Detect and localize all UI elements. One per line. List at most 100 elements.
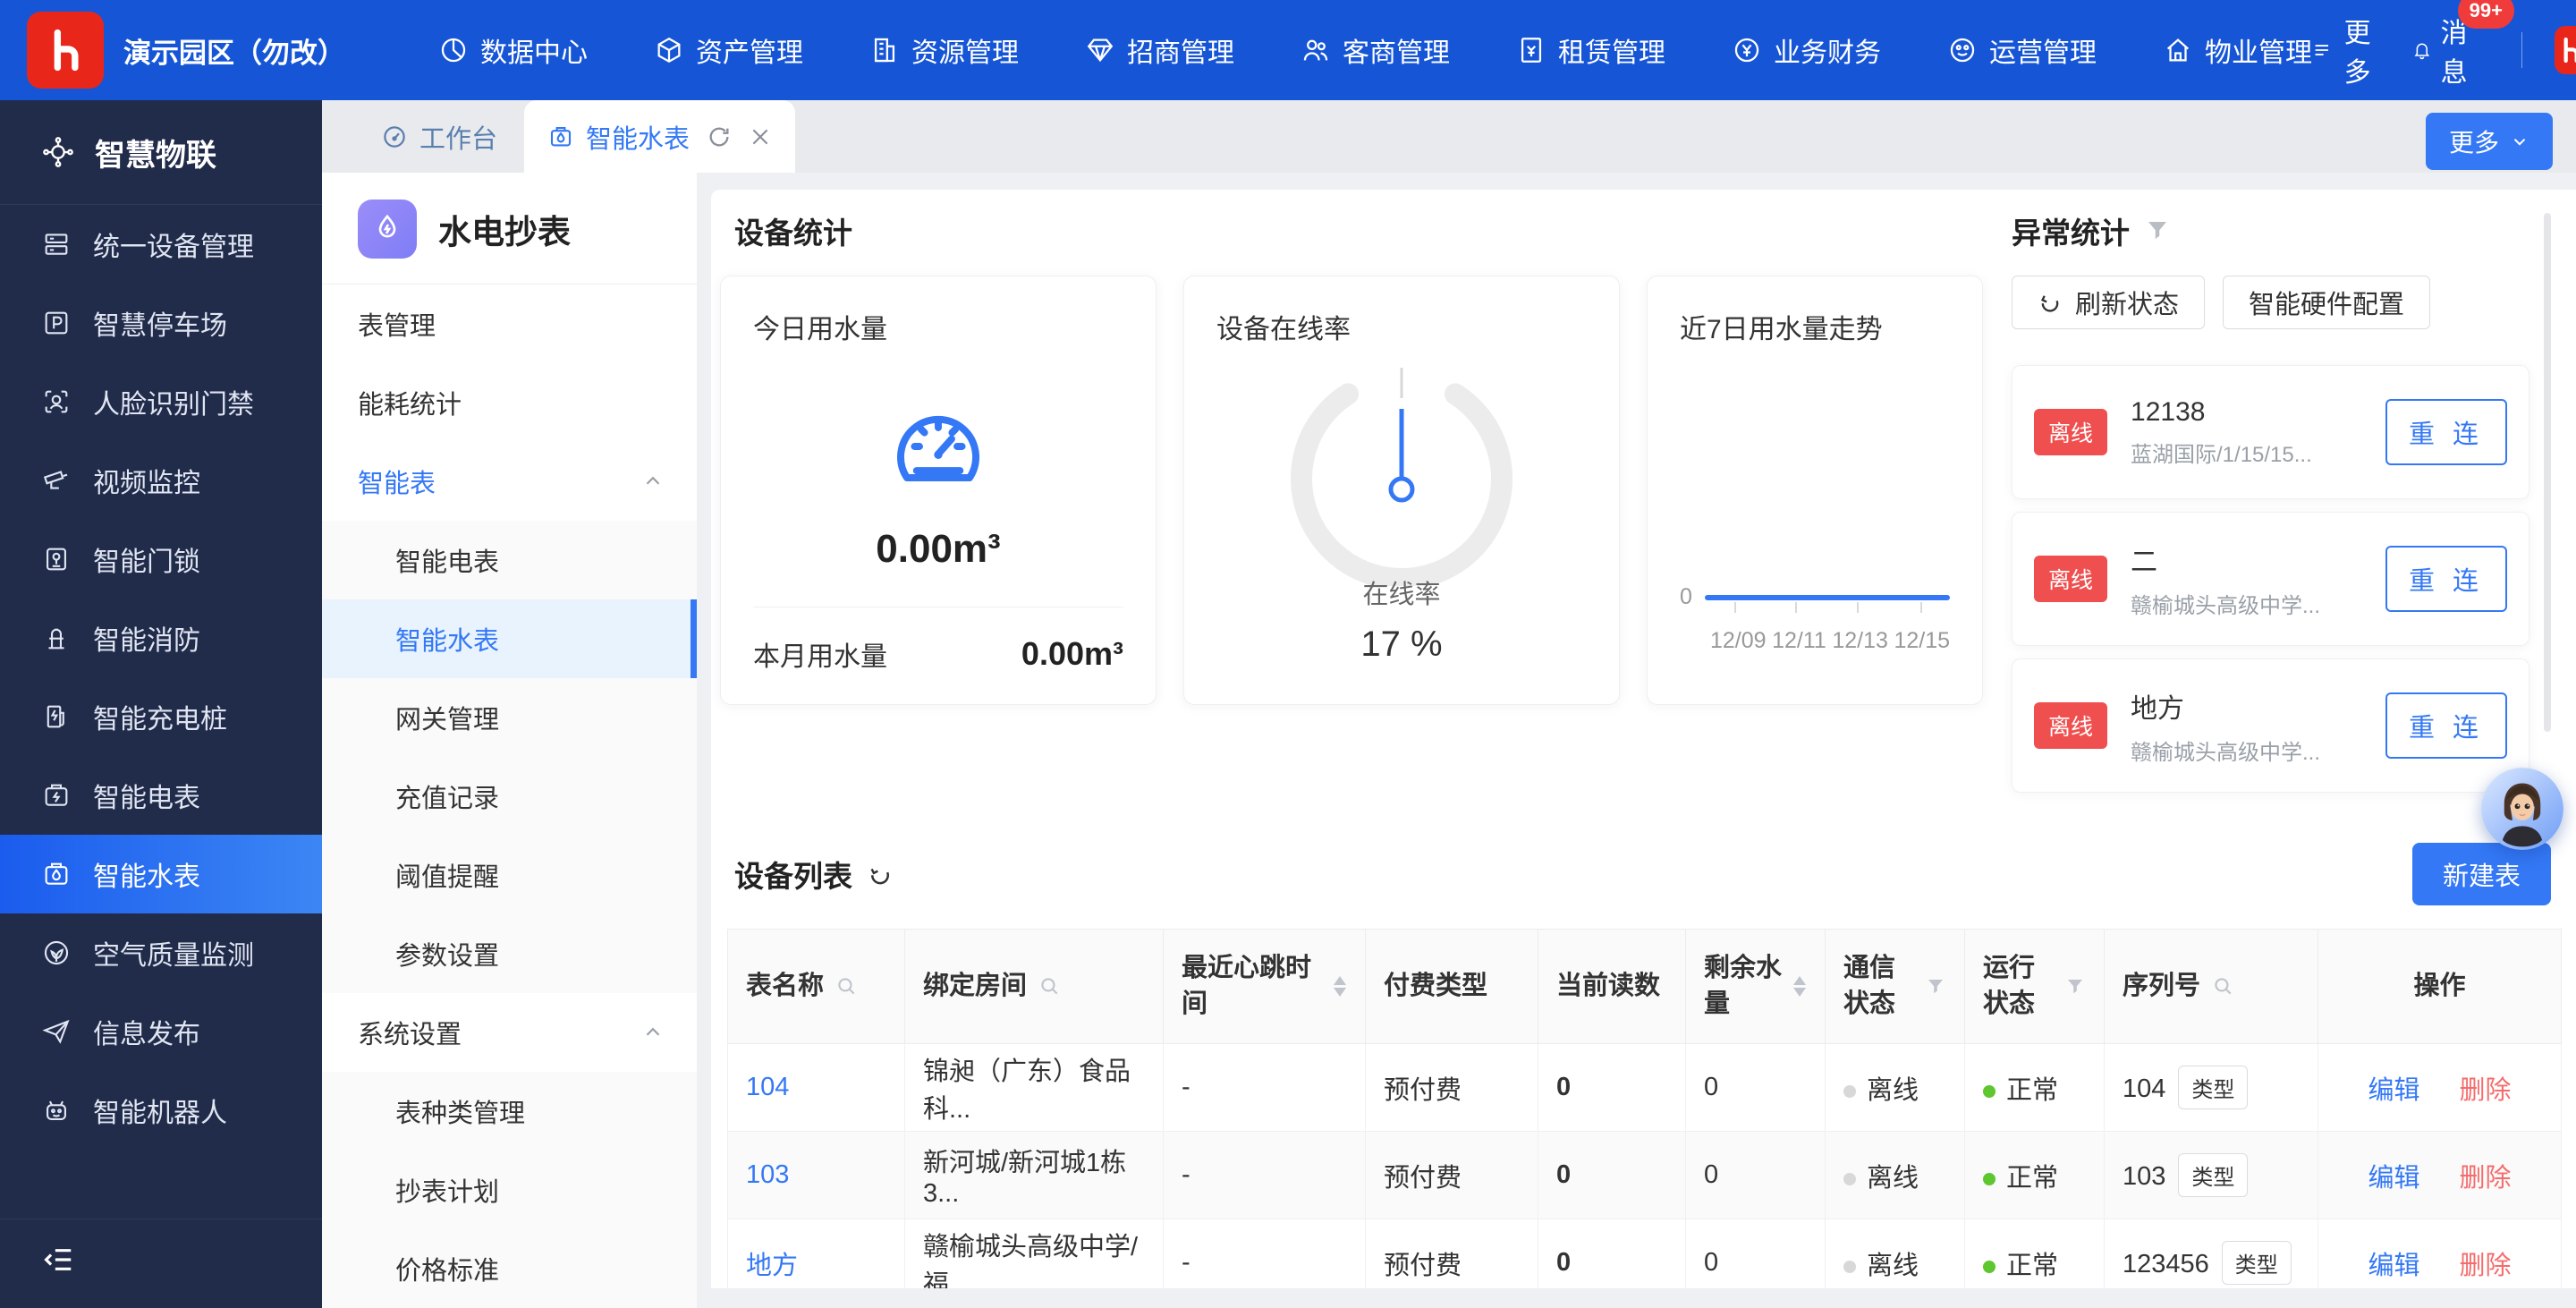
actions-cell: 编辑 删除 [2318, 1044, 2562, 1132]
nav-operations[interactable]: 运营管理 [1947, 30, 2097, 70]
delete-link[interactable]: 删除 [2460, 1252, 2512, 1280]
reconnect-button[interactable]: 重 连 [2385, 399, 2507, 465]
sidebar-item-face-access[interactable]: 人脸识别门禁 [0, 362, 322, 441]
messages-button[interactable]: 消息 99+ [2412, 11, 2489, 89]
sidebar-item-door-lock[interactable]: 智能门锁 [0, 520, 322, 599]
col-comm-status[interactable]: 通信状态 [1826, 930, 1965, 1044]
smart-hardware-config-button[interactable]: 智能硬件配置 [2223, 276, 2430, 329]
scrollbar[interactable] [2544, 213, 2551, 732]
delete-link[interactable]: 删除 [2460, 1076, 2512, 1105]
building-icon [869, 35, 900, 65]
col-run-status[interactable]: 运行状态 [1965, 930, 2105, 1044]
meter-gauge-icon [888, 396, 988, 497]
submenu-item-smart-water-meter[interactable]: 智能水表 [322, 599, 697, 678]
filter-funnel-icon[interactable] [1925, 976, 1946, 998]
tab-smart-water-meter[interactable]: 智能水表 [524, 100, 795, 173]
nav-finance[interactable]: 业务财务 [1732, 30, 1881, 70]
nav-lease-mgmt[interactable]: 租赁管理 [1516, 30, 1665, 70]
nav-data-center[interactable]: 数据中心 [438, 30, 588, 70]
tab-refresh-icon[interactable] [707, 124, 732, 149]
sort-icon[interactable] [1333, 976, 1347, 997]
sidebar-item-robot[interactable]: 智能机器人 [0, 1071, 322, 1150]
meter-name-link[interactable]: 地方 [746, 1252, 798, 1280]
user-avatar-logo-icon [2556, 36, 2576, 64]
reading-cell: 0 [1538, 1132, 1686, 1219]
remaining-cell: 0 [1686, 1044, 1826, 1132]
sidebar-item-charging[interactable]: 智能充电桩 [0, 677, 322, 756]
edit-link[interactable]: 编辑 [2368, 1076, 2419, 1105]
delete-link[interactable]: 删除 [2460, 1164, 2512, 1193]
type-tag-button[interactable]: 类型 [2222, 1241, 2292, 1285]
nav-property-mgmt[interactable]: 物业管理 [2163, 30, 2312, 70]
bound-room-cell: 新河城/新河城1栋3... [905, 1132, 1164, 1219]
filter-funnel-icon[interactable] [2064, 976, 2086, 998]
submenu-item-parameter-settings[interactable]: 参数设置 [322, 914, 697, 993]
edit-link[interactable]: 编辑 [2368, 1252, 2419, 1280]
tab-close-icon[interactable] [749, 125, 772, 149]
refresh-list-icon[interactable] [867, 861, 894, 888]
new-meter-button[interactable]: 新建表 [2412, 843, 2551, 905]
online-rate-value: 17 % [1184, 624, 1619, 665]
sidebar-item-water-meter[interactable]: 智能水表 [0, 835, 322, 913]
sidebar-item-air-quality[interactable]: 空气质量监测 [0, 913, 322, 992]
col-remaining-water[interactable]: 剩余水量 [1686, 930, 1826, 1044]
sidebar-item-unified-device[interactable]: 统一设备管理 [0, 205, 322, 284]
submenu-item-threshold-alerts[interactable]: 阈值提醒 [322, 836, 697, 914]
nav-investment-mgmt[interactable]: 招商管理 [1085, 30, 1234, 70]
submenu-item-price-standard[interactable]: 价格标准 [322, 1229, 697, 1308]
tab-workbench[interactable]: 工作台 [354, 100, 524, 173]
tabbar-more-button[interactable]: 更多 [2426, 113, 2553, 170]
bell-icon [2412, 36, 2432, 64]
nav-resource-mgmt[interactable]: 资源管理 [869, 30, 1019, 70]
axis-tick [1795, 602, 1797, 613]
axis-tick [1734, 602, 1736, 613]
filter-funnel-icon[interactable] [2144, 217, 2171, 244]
device-list-title: 设备列表 [734, 853, 894, 896]
collapse-sidebar-icon[interactable] [41, 1243, 75, 1277]
meter-name-link[interactable]: 104 [746, 1073, 789, 1101]
sidebar-item-elec-meter[interactable]: 智能电表 [0, 756, 322, 835]
nav-more[interactable]: 更多 [2312, 11, 2380, 89]
nav-merchant-mgmt[interactable]: 客商管理 [1301, 30, 1450, 70]
search-icon[interactable] [1038, 974, 1061, 998]
col-bound-room[interactable]: 绑定房间 [905, 930, 1164, 1044]
normal-dot [1983, 1085, 1996, 1098]
sidebar-item-info-publish[interactable]: 信息发布 [0, 992, 322, 1071]
submenu-item-smart-meter[interactable]: 智能表 [322, 442, 697, 521]
user-menu[interactable]: 王鹏飞 [2555, 0, 2576, 109]
sort-icon[interactable] [1792, 976, 1807, 997]
meter-name-link[interactable]: 103 [746, 1160, 789, 1189]
submenu-item-meter-mgmt[interactable]: 表管理 [322, 285, 697, 363]
submenu-item-reading-plan[interactable]: 抄表计划 [322, 1151, 697, 1229]
submenu-item-smart-elec-meter[interactable]: 智能电表 [322, 521, 697, 599]
col-meter-name[interactable]: 表名称 [728, 930, 905, 1044]
park-name[interactable]: 演示园区（勿改） [123, 30, 345, 71]
sidebar-item-parking[interactable]: 智慧停车场 [0, 284, 322, 362]
submenu-item-gateway-mgmt[interactable]: 网关管理 [322, 678, 697, 757]
col-last-heartbeat[interactable]: 最近心跳时间 [1164, 930, 1366, 1044]
reconnect-button[interactable]: 重 连 [2385, 692, 2507, 759]
submenu-item-system-settings[interactable]: 系统设置 [322, 993, 697, 1072]
reconnect-button[interactable]: 重 连 [2385, 546, 2507, 612]
submenu-item-energy-stats[interactable]: 能耗统计 [322, 363, 697, 442]
assistant-avatar[interactable] [2481, 768, 2563, 850]
submenu-item-recharge-records[interactable]: 充值记录 [322, 757, 697, 836]
col-current-reading[interactable]: 当前读数 [1538, 930, 1686, 1044]
refresh-status-button[interactable]: 刷新状态 [2012, 276, 2205, 329]
nav-asset-mgmt[interactable]: 资产管理 [654, 30, 803, 70]
type-tag-button[interactable]: 类型 [2178, 1066, 2248, 1109]
type-tag-button[interactable]: 类型 [2178, 1153, 2248, 1197]
search-icon[interactable] [2211, 974, 2234, 998]
sidebar-item-fire[interactable]: 智能消防 [0, 599, 322, 677]
serial-cell: 104类型 [2105, 1044, 2318, 1132]
exception-device-name: 12138 [2131, 397, 2362, 428]
submenu-item-meter-type-mgmt[interactable]: 表种类管理 [322, 1072, 697, 1151]
search-icon[interactable] [835, 974, 858, 998]
col-serial[interactable]: 序列号 [2105, 930, 2318, 1044]
col-pay-type[interactable]: 付费类型 [1366, 930, 1538, 1044]
edit-link[interactable]: 编辑 [2368, 1164, 2419, 1193]
sidebar-item-video[interactable]: 视频监控 [0, 441, 322, 520]
reading-cell: 0 [1538, 1219, 1686, 1289]
brand-logo[interactable] [27, 12, 104, 89]
heartbeat-cell: - [1164, 1044, 1366, 1132]
